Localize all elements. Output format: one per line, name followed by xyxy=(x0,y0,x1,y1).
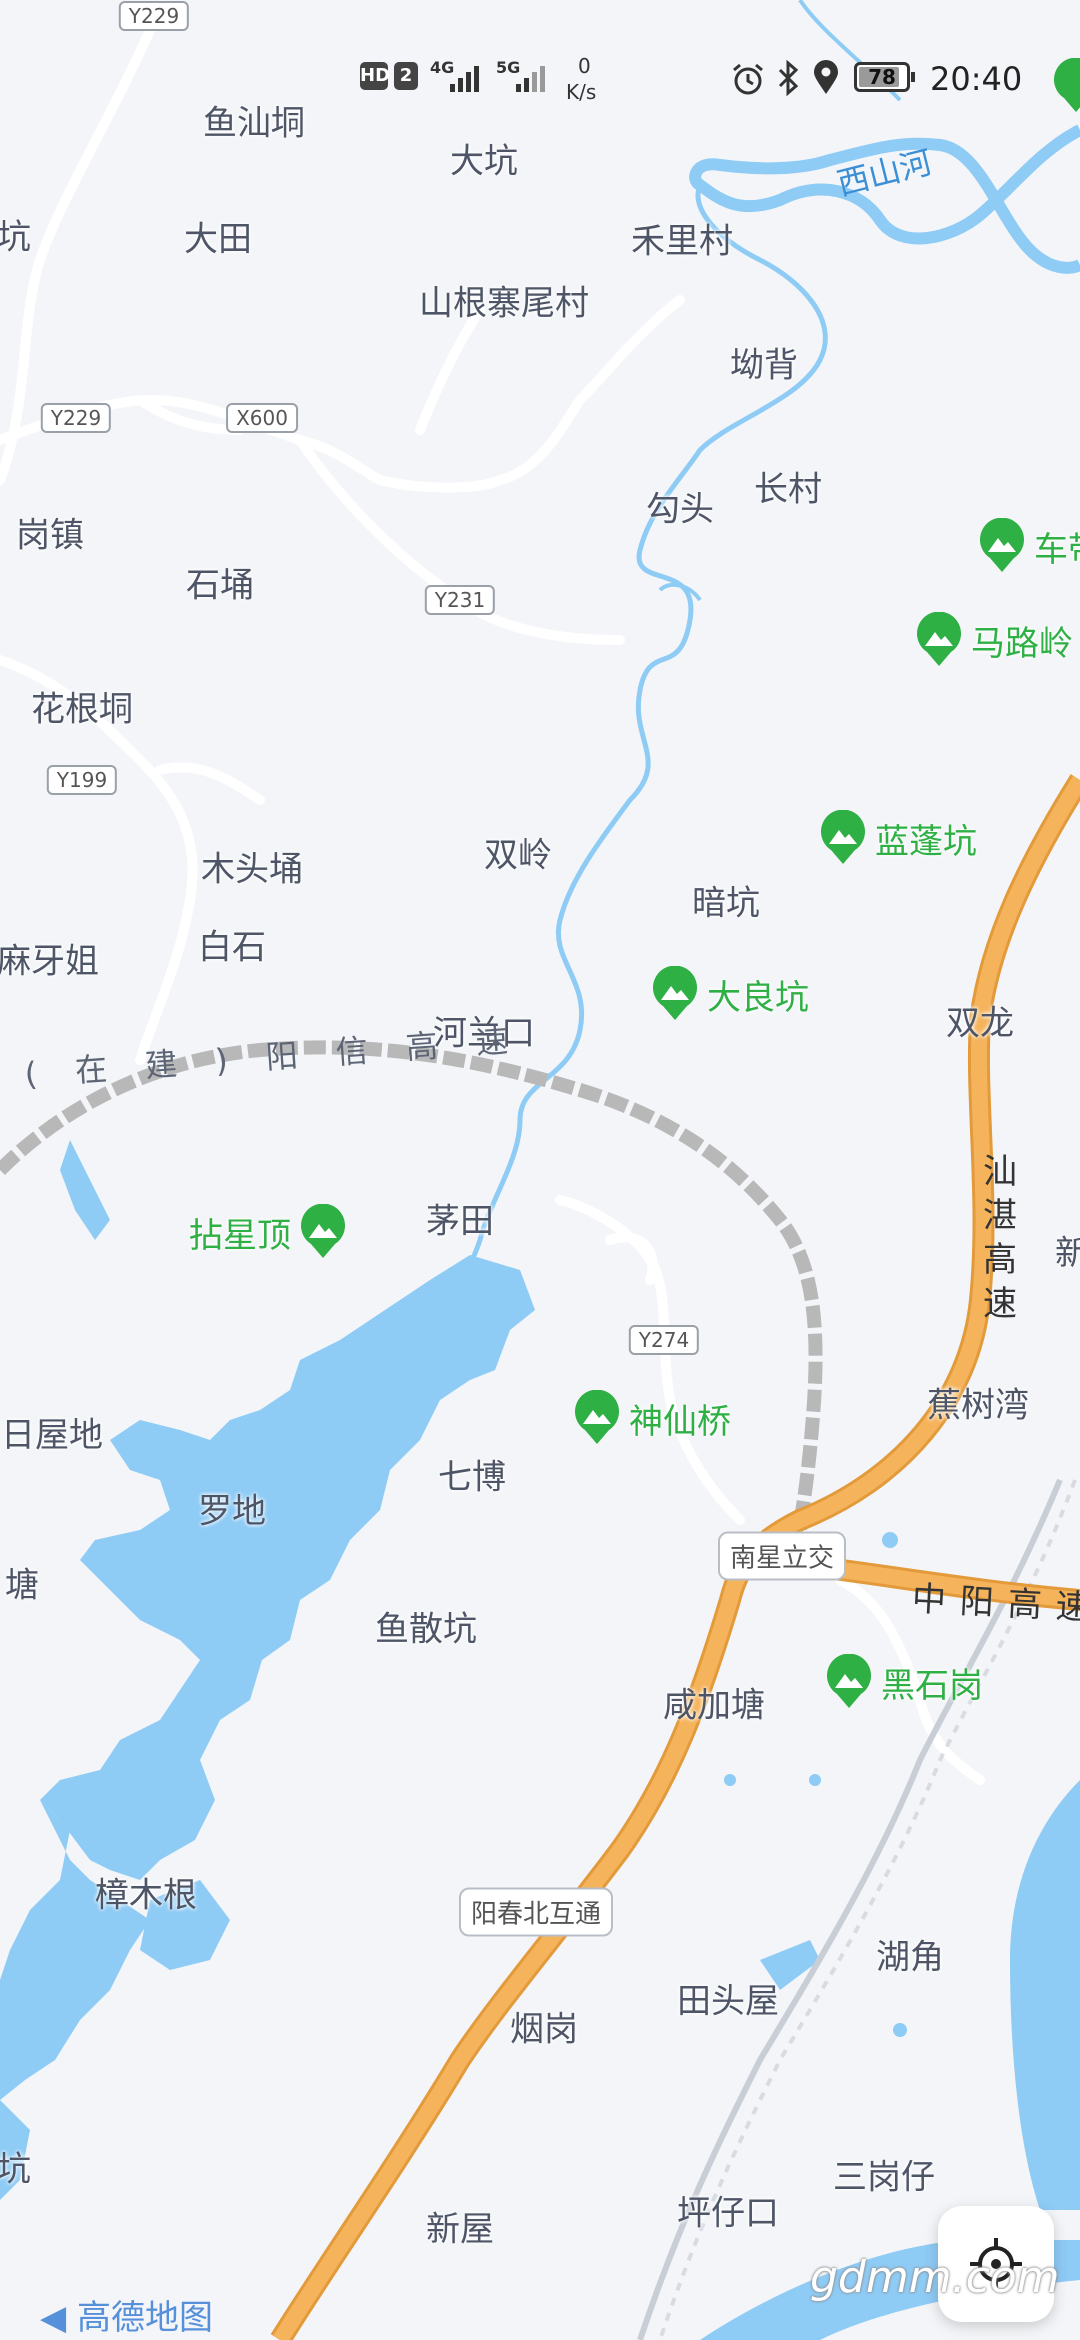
mountain-pin-icon xyxy=(653,966,697,1020)
place-label: 田头屋 xyxy=(677,1981,779,2022)
poi-marker[interactable]: 马路岭 xyxy=(915,612,1073,668)
status-bar: HD 2 4G 5G 0 K/s 78 20:40 xyxy=(0,0,1080,160)
road-shield: Y274 xyxy=(628,1325,700,1355)
place-label: 石埇 xyxy=(186,565,254,606)
place-label: 茅田 xyxy=(426,1201,494,1242)
place-label: 坳背 xyxy=(730,345,798,386)
poi-marker[interactable]: 神仙桥 xyxy=(573,1390,731,1446)
location-icon xyxy=(814,60,838,94)
interchange-label: 南星立交 xyxy=(717,1531,847,1581)
alarm-icon xyxy=(733,63,763,95)
place-label: 长村 xyxy=(754,469,822,510)
battery-icon: 78 xyxy=(854,62,910,92)
map-base-layer xyxy=(0,0,1080,2340)
road-shield: Y229 xyxy=(40,403,112,433)
bluetooth-icon xyxy=(778,60,799,96)
road-shield: Y199 xyxy=(46,765,118,795)
mountain-pin-icon xyxy=(917,612,961,666)
place-label: 三岗仔 xyxy=(833,2157,935,2198)
road-shield: X600 xyxy=(226,403,298,433)
place-label: 新 xyxy=(1055,1233,1080,1274)
mountain-pin-icon xyxy=(301,1204,345,1258)
mountain-pin-icon xyxy=(1054,58,1080,112)
poi-marker[interactable]: 车带 xyxy=(978,518,1080,574)
hd-badge: HD xyxy=(360,62,390,90)
poi-marker[interactable]: 黑石岗 xyxy=(825,1654,983,1710)
place-label: 罗地 xyxy=(198,1491,266,1532)
place-label: 新屋 xyxy=(426,2209,494,2250)
place-label: 塘 xyxy=(5,1565,39,1606)
place-label: 鱼散坑 xyxy=(375,1609,477,1650)
place-label: 樟木根 xyxy=(95,1875,197,1916)
net-speed-unit: K/s xyxy=(566,80,597,104)
net-speed-value: 0 xyxy=(578,54,591,78)
place-label: 烟岗 xyxy=(510,2009,578,2050)
poi-marker[interactable]: 大良坑 xyxy=(651,966,809,1022)
place-label: 七博 xyxy=(438,1457,506,1498)
poi-label: 马路岭 xyxy=(971,623,1073,664)
brand-arrow-icon: ◀ xyxy=(40,2298,67,2338)
place-label: 岗镇 xyxy=(16,515,84,556)
place-label: 蕉树湾 xyxy=(927,1385,1029,1426)
interchange-label: 阳春北互通 xyxy=(458,1887,614,1937)
poi-label: 黑石岗 xyxy=(881,1665,983,1706)
poi-label: 神仙桥 xyxy=(629,1401,731,1442)
place-label: 山根寨尾村 xyxy=(419,283,589,324)
place-label: 暗坑 xyxy=(692,883,760,924)
road-shield: Y231 xyxy=(424,585,496,615)
poi-marker[interactable]: 拈星顶 xyxy=(189,1204,347,1260)
brand-logo: ◀ 高德地图 xyxy=(40,2290,213,2339)
highway-label-zhongyang: 中阳高速 xyxy=(910,1578,1080,1629)
brand-label: 高德地图 xyxy=(76,2298,213,2338)
poi-label: 大良坑 xyxy=(707,977,809,1018)
place-label: 坑 xyxy=(0,2149,31,2190)
mountain-pin-icon xyxy=(821,810,865,864)
mountain-pin-icon xyxy=(980,518,1024,572)
place-label: 大田 xyxy=(184,219,252,260)
poi-marker[interactable]: 蓝蓬坑 xyxy=(819,810,977,866)
hd-slot-badge: 2 xyxy=(394,62,418,90)
poi-label: 拈星顶 xyxy=(189,1215,291,1256)
mountain-pin-icon xyxy=(827,1654,871,1708)
place-label: 双龙 xyxy=(946,1003,1014,1044)
map-view[interactable]: 鱼汕垌 大坑 坑 大田 禾里村 山根寨尾村 坳背 岗镇 勾头 长村 石埇 花根垌… xyxy=(0,0,1080,2340)
place-label: 咸加塘 xyxy=(663,1685,765,1726)
place-label: 白石 xyxy=(198,927,266,968)
place-label: 坪仔口 xyxy=(677,2193,779,2234)
mountain-pin-icon xyxy=(575,1390,619,1444)
place-label: 花根垌 xyxy=(31,689,133,730)
place-label: 湖角 xyxy=(876,1937,944,1978)
place-label: 勾头 xyxy=(646,489,714,530)
river-right xyxy=(1010,1780,1080,2210)
poi-label: 蓝蓬坑 xyxy=(875,821,977,862)
signal-icon xyxy=(450,66,479,92)
place-label: 日屋地 xyxy=(1,1415,103,1456)
place-label: 双岭 xyxy=(484,835,552,876)
battery-level: 78 xyxy=(868,65,896,89)
place-label: 木头埇 xyxy=(201,849,303,890)
signal-icon xyxy=(516,66,545,92)
poi-label: 车带 xyxy=(1034,529,1080,570)
place-label: 麻牙姐 xyxy=(0,941,99,982)
place-label: 坑 xyxy=(0,217,31,258)
status-time: 20:40 xyxy=(930,60,1023,98)
watermark: gdmm.com xyxy=(810,2252,1060,2303)
highway-label-shanzhan: 汕湛高速 xyxy=(983,1152,1017,1324)
place-label: 禾里村 xyxy=(631,221,733,262)
